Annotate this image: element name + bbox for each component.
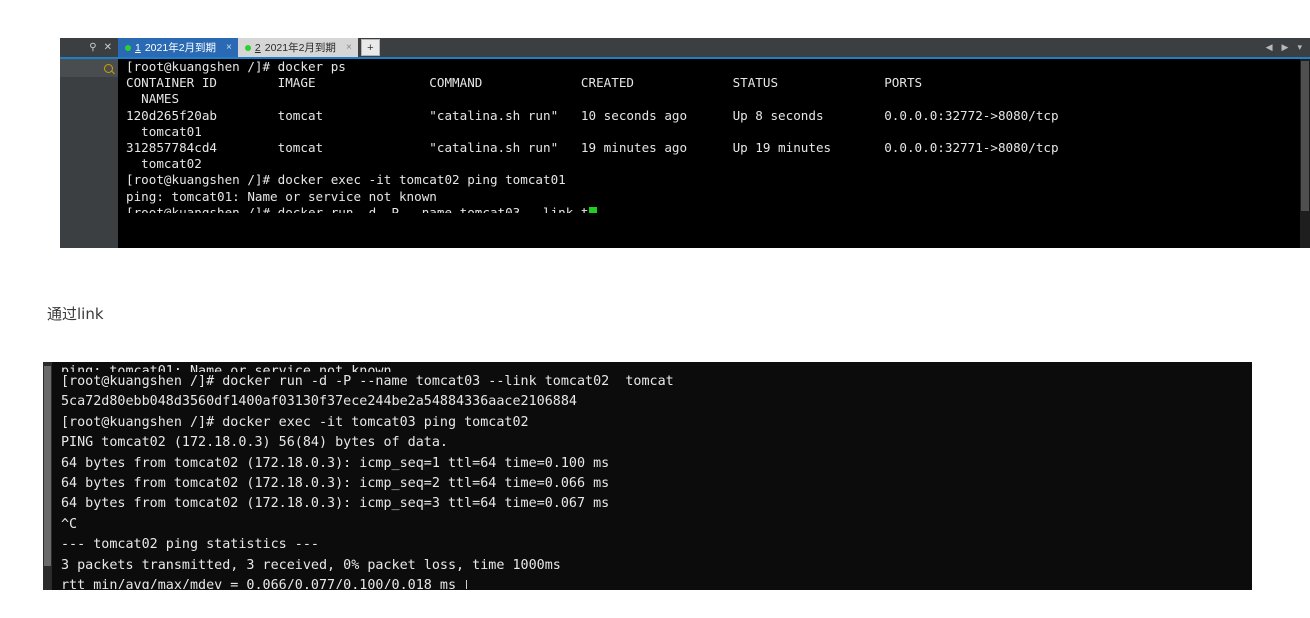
text-cursor-icon [466,580,468,590]
terminal-line: 5ca72d80ebb048d3560df1400af03130f37ece24… [61,394,577,410]
terminal-line: 64 bytes from tomcat02 (172.18.0.3): icm… [61,455,610,471]
terminal-line: 3 packets transmitted, 3 received, 0% pa… [61,557,561,573]
tab-session-1[interactable]: 1 2021年2月到期 × [118,38,238,57]
session-status-dot-icon [244,44,251,51]
tab-bar-left-controls: ⚲ ✕ [60,38,118,57]
chevron-down-icon[interactable]: ▾ [1297,43,1302,52]
terminal-scrollbar-secondary[interactable] [43,362,52,590]
tab-bar: ⚲ ✕ 1 2021年2月到期 × 2 2021年2月到期 × + ◀ ▶ ▾ [60,38,1310,57]
tab-close-icon[interactable]: × [346,42,352,53]
terminal-line: PING tomcat02 (172.18.0.3) 56(84) bytes … [61,435,448,451]
terminal-line: 312857784cd4 tomcat "catalina.sh run" 19… [126,140,1059,156]
terminal-line: CONTAINER ID IMAGE COMMAND CREATED STATU… [126,75,923,91]
scroll-tabs-left-icon[interactable]: ◀ [1266,43,1273,52]
side-panel-search-bar[interactable] [60,59,118,77]
terminal-line: [root@kuangshen /]# docker exec -it tomc… [61,414,529,430]
side-panel [60,59,118,248]
tab-close-icon[interactable]: × [226,42,232,53]
terminal-line: ping: tomcat01: Name or service not know… [61,364,392,372]
terminal-line: NAMES [126,91,180,107]
scrollbar-thumb[interactable] [44,366,51,566]
section-caption: 通过link [47,305,104,323]
tab-bar-right-controls: ◀ ▶ ▾ [1266,43,1310,52]
terminal-line: [root@kuangshen /]# docker run -d -P --n… [61,374,674,389]
terminal-line: tomcat02 [126,156,202,172]
terminal-clipped-text: rtt min/avg/max/mdev = 0.066/0.077/0.100… [61,578,457,590]
tab-title-label: 2021年2月到期 [144,42,217,54]
terminal-clipped-text: [root@kuangshen /]# docker run -d -P --n… [126,204,589,213]
terminal-line: 64 bytes from tomcat02 (172.18.0.3): icm… [61,476,610,492]
terminal-line: 120d265f20ab tomcat "catalina.sh run" 10… [126,107,1059,123]
search-icon[interactable] [104,63,113,73]
new-tab-button[interactable]: + [360,39,380,56]
terminal-line: ^C [61,516,78,532]
terminal-output-secondary[interactable]: ping: tomcat01: Name or service not know… [52,362,1252,590]
terminal-scrollbar-primary[interactable] [1300,59,1310,248]
terminal-line: [root@kuangshen /]# docker exec -it tomc… [126,172,566,188]
terminal-line: ping: tomcat01: Name or service not know… [126,188,437,204]
tab-title-label: 2021年2月到期 [264,42,336,54]
tab-session-2[interactable]: 2 2021年2月到期 × [237,38,358,57]
close-icon[interactable]: ✕ [104,42,112,53]
terminal-output-primary[interactable]: [root@kuangshen /]# docker ps CONTAINER … [118,59,1300,248]
terminal-window-primary: ⚲ ✕ 1 2021年2月到期 × 2 2021年2月到期 × + ◀ ▶ ▾ [60,38,1310,248]
pin-icon[interactable]: ⚲ [89,42,96,53]
tab-index-label: 1 [135,41,141,54]
session-status-dot-icon [125,44,131,51]
terminal-window-secondary: ping: tomcat01: Name or service not know… [43,362,1252,590]
terminal-line-clipped: [root@kuangshen /]# docker run -d -P --n… [118,205,1300,213]
terminal-cursor [588,206,597,213]
terminal-line: tomcat01 [126,123,202,139]
tab-index-label: 2 [254,41,261,54]
terminal-line: --- tomcat02 ping statistics --- [61,537,319,553]
terminal-line: 64 bytes from tomcat02 (172.18.0.3): icm… [61,496,610,512]
scrollbar-thumb[interactable] [1301,61,1309,211]
side-panel-body [60,77,118,248]
terminal-line-clipped: rtt min/avg/max/mdev = 0.066/0.077/0.100… [52,576,1252,590]
terminal-line: [root@kuangshen /]# docker ps [126,59,346,74]
scroll-tabs-right-icon[interactable]: ▶ [1282,43,1289,52]
